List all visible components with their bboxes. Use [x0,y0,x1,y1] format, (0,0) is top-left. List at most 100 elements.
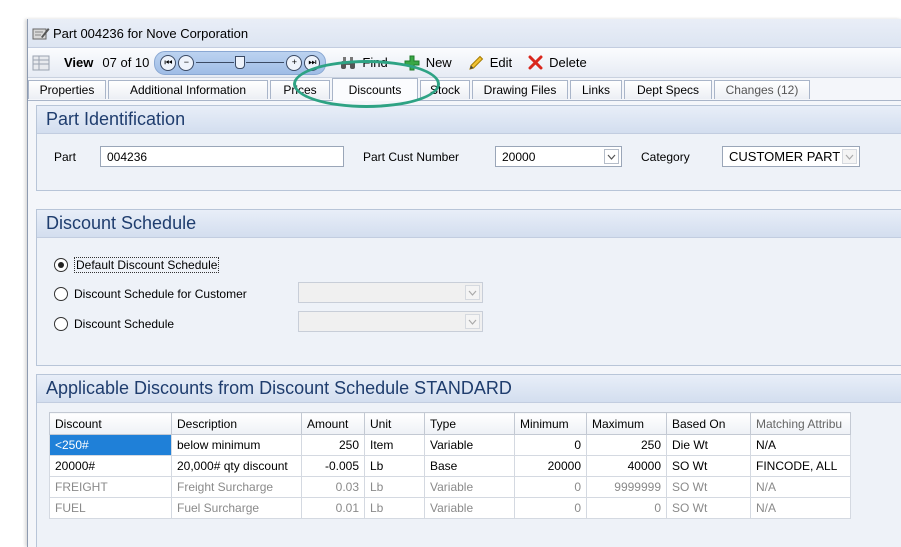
toolbar: View 07 of 10 ⏮ − + ⏭ Find New Edit Dele… [28,48,901,78]
discounts-table: Discount Description Amount Unit Type Mi… [49,412,851,519]
cell-unit[interactable]: Lb [364,497,425,519]
cell-discount[interactable]: <250# [49,434,172,456]
cell-matching-attributes[interactable]: N/A [750,476,851,498]
column-header-minimum[interactable]: Minimum [514,412,587,435]
new-button[interactable]: New [404,55,452,71]
plus-icon [404,55,420,70]
column-header-description[interactable]: Description [171,412,302,435]
table-row[interactable]: <250# below minimum 250 Item Variable 0 … [49,434,851,456]
cell-description[interactable]: Fuel Surcharge [171,497,302,519]
tab-links[interactable]: Links [570,80,622,99]
tab-stock[interactable]: Stock [420,80,470,99]
column-header-unit[interactable]: Unit [364,412,425,435]
view-button[interactable]: View [64,55,93,70]
cell-type[interactable]: Base [424,455,515,477]
cell-amount[interactable]: 250 [301,434,365,456]
table-header-row: Discount Description Amount Unit Type Mi… [49,412,851,435]
cell-discount[interactable]: 20000# [49,455,172,477]
cell-minimum[interactable]: 20000 [514,455,587,477]
cell-type[interactable]: Variable [424,476,515,498]
record-navigator: ⏮ − + ⏭ [154,50,327,75]
cell-amount[interactable]: 0.01 [301,497,365,519]
tab-changes[interactable]: Changes (12) [714,80,810,99]
table-row[interactable]: 20000# 20,000# qty discount -0.005 Lb Ba… [49,455,851,477]
table-row[interactable]: FUEL Fuel Surcharge 0.01 Lb Variable 0 0… [49,497,851,519]
radio-discount-schedule[interactable]: Discount Schedule [54,317,174,331]
navigator-slider-thumb[interactable] [235,56,246,69]
cell-matching-attributes[interactable]: N/A [750,497,851,519]
tab-dept-specs[interactable]: Dept Specs [624,80,712,99]
cell-amount[interactable]: 0.03 [301,476,365,498]
chevron-down-icon[interactable] [604,149,619,164]
cell-maximum[interactable]: 0 [586,497,667,519]
tab-bar: Properties Additional Information Prices… [28,78,901,101]
category-select[interactable]: CUSTOMER PART [722,146,860,167]
column-header-amount[interactable]: Amount [301,412,365,435]
table-row[interactable]: FREIGHT Freight Surcharge 0.03 Lb Variab… [49,476,851,498]
discount-schedule-panel: Discount Schedule Default Discount Sched… [36,209,901,366]
part-identification-panel: Part Identification Part 004236 Part Cus… [36,105,901,191]
cell-discount[interactable]: FREIGHT [49,476,172,498]
delete-button[interactable]: Delete [528,55,587,70]
cell-maximum[interactable]: 9999999 [586,476,667,498]
next-record-icon[interactable]: + [286,54,303,71]
chevron-down-icon[interactable] [842,149,857,164]
part-input[interactable]: 004236 [100,146,344,167]
cell-description[interactable]: below minimum [171,434,302,456]
title-bar: Part 004236 for Nove Corporation [28,19,901,48]
part-cust-number-select[interactable]: 20000 [495,146,622,167]
part-window: Part 004236 for Nove Corporation View 07… [27,19,901,547]
cell-unit[interactable]: Lb [364,455,425,477]
tab-drawing-files[interactable]: Drawing Files [472,80,568,99]
column-header-discount[interactable]: Discount [49,412,172,435]
radio-button[interactable] [54,317,68,331]
column-header-matching-attributes[interactable]: Matching Attribu [750,412,851,435]
chevron-down-icon[interactable] [465,285,480,300]
navigator-track [196,62,235,63]
tab-prices[interactable]: Prices [270,80,330,99]
cell-description[interactable]: 20,000# qty discount [171,455,302,477]
cell-type[interactable]: Variable [424,434,515,456]
cell-based-on[interactable]: SO Wt [666,476,751,498]
first-record-icon[interactable]: ⏮ [160,54,177,71]
cell-unit[interactable]: Item [364,434,425,456]
radio-discount-schedule-for-customer[interactable]: Discount Schedule for Customer [54,287,247,301]
new-label: New [425,55,452,70]
radio-button[interactable] [54,287,68,301]
cell-based-on[interactable]: Die Wt [666,434,751,456]
cell-matching-attributes[interactable]: N/A [750,434,851,456]
chevron-down-icon[interactable] [465,314,480,329]
cell-minimum[interactable]: 0 [514,434,587,456]
radio-default-discount-schedule[interactable]: Default Discount Schedule [54,257,220,273]
discount-schedule-select[interactable] [298,311,483,332]
cell-minimum[interactable]: 0 [514,497,587,519]
category-value: CUSTOMER PART [729,149,841,164]
edit-button[interactable]: Edit [468,55,512,71]
cell-type[interactable]: Variable [424,497,515,519]
radio-button-selected[interactable] [54,258,68,272]
cell-amount[interactable]: -0.005 [301,455,365,477]
cell-matching-attributes[interactable]: FINCODE, ALL [750,455,851,477]
last-record-icon[interactable]: ⏭ [304,54,321,71]
column-header-type[interactable]: Type [424,412,515,435]
binoculars-icon [341,56,356,69]
cell-minimum[interactable]: 0 [514,476,587,498]
customer-schedule-select[interactable] [298,282,483,303]
applicable-discounts-panel: Applicable Discounts from Discount Sched… [36,374,901,547]
edit-label: Edit [489,55,513,70]
cell-description[interactable]: Freight Surcharge [171,476,302,498]
tab-discounts[interactable]: Discounts [332,78,418,101]
cell-unit[interactable]: Lb [364,476,425,498]
find-button[interactable]: Find [340,55,388,70]
cell-maximum[interactable]: 250 [586,434,667,456]
cell-maximum[interactable]: 40000 [586,455,667,477]
tab-additional-information[interactable]: Additional Information [108,80,268,99]
cell-discount[interactable]: FUEL [49,497,172,519]
cell-based-on[interactable]: SO Wt [666,455,751,477]
tab-properties[interactable]: Properties [28,80,106,99]
column-header-based-on[interactable]: Based On [666,412,751,435]
previous-record-icon[interactable]: − [178,54,195,71]
delete-label: Delete [549,55,587,70]
cell-based-on[interactable]: SO Wt [666,497,751,519]
column-header-maximum[interactable]: Maximum [586,412,667,435]
